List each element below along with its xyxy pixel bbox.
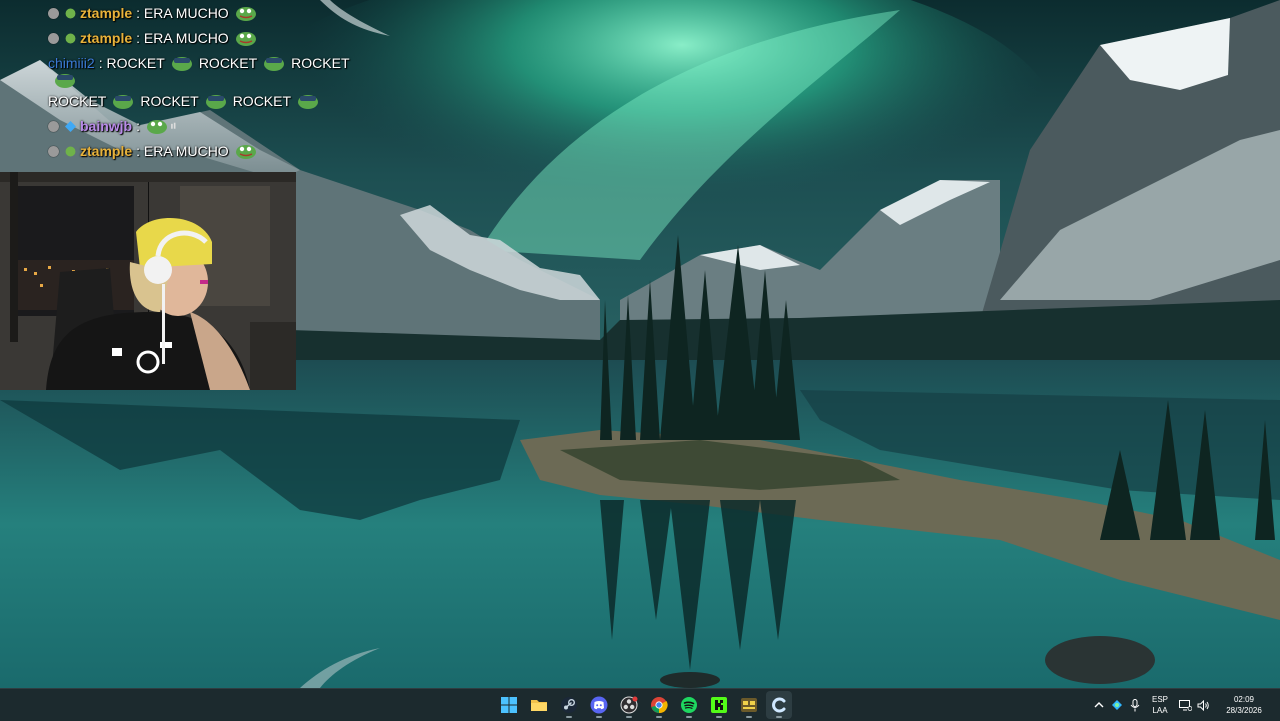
chat-text: ROCKET [198,55,258,71]
chatterino-button[interactable] [766,691,792,719]
chat-message: bainwjb: [48,117,368,135]
chat-text: ROCKET [291,55,350,71]
chat-username: ztample [80,5,133,21]
steam-icon [561,697,577,713]
windows-logo-icon [501,697,517,713]
moderator-badge-icon [48,120,59,132]
sub-badge-icon [65,146,76,156]
tray-app-button[interactable] [1108,691,1126,719]
pepe-emote-icon [205,95,226,109]
pepe-emote-icon [235,145,256,159]
keyboard-layout: LAA [1152,706,1168,715]
steam-button[interactable] [556,691,582,719]
chat-username: bainwjb [80,118,133,134]
pepe-emote-icon [264,57,285,71]
streamer-tool-icon [741,698,757,712]
folder-icon [531,700,547,711]
pepe-emote-icon [171,57,192,71]
moderator-badge-icon [48,32,59,44]
chat-text: ERA MUCHO [143,5,229,21]
chevron-up-icon [1094,702,1104,708]
network-button[interactable] [1176,691,1194,719]
pepe-emote-icon [235,32,256,46]
kick-button[interactable] [706,691,732,719]
webcam-feed [0,172,296,390]
sub-badge-icon [65,8,76,18]
pepe-emote-icon [113,95,134,109]
chat-separator: : [136,5,141,21]
windows-taskbar: ESP LAA 02:09 28/3/2026 [0,688,1280,721]
speaker-icon [1197,699,1209,711]
chat-separator: : [136,30,141,46]
chat-separator: : [136,143,141,159]
clock-time: 02:09 [1233,695,1255,704]
obs-icon [620,696,638,714]
discord-button[interactable] [586,691,612,719]
volume-button[interactable] [1194,691,1212,719]
chat-message-continuation: ROCKET ROCKET ROCKET [48,92,368,110]
chat-message: ztample: ERA MUCHO [48,142,368,160]
clock-date: 28/3/2026 [1226,706,1262,715]
pepe-emote-icon [235,7,256,21]
spotify-icon [681,697,697,713]
chat-username: chimiii2 [48,55,95,71]
tray-app-icon [1112,700,1122,710]
moderator-badge-icon [48,7,59,19]
chat-message: ztample: ERA MUCHO [48,4,368,22]
chat-username: ztample [80,143,133,159]
network-icon [1178,699,1192,711]
chat-text: ROCKET [48,93,107,109]
moderator-badge-icon [48,145,59,157]
chrome-icon [651,697,668,714]
taskbar-apps [496,689,792,721]
chat-text: ERA MUCHO [143,30,229,46]
chat-message: chimiii2: ROCKET ROCKET ROCKET [48,54,368,88]
file-explorer-button[interactable] [526,691,552,719]
chrome-button[interactable] [646,691,672,719]
chat-message: ztample: ERA MUCHO [48,29,368,47]
sub-badge-icon [65,33,76,43]
microphone-icon [1130,698,1140,711]
obs-button[interactable] [616,691,642,719]
microphone-button[interactable] [1126,691,1144,719]
pepe-emote-icon [298,95,319,109]
language-code: ESP [1151,695,1168,704]
chat-text: ROCKET [140,93,199,109]
kick-icon [711,697,727,713]
chat-separator: : [98,55,103,71]
input-language-button[interactable]: ESP LAA [1146,694,1174,716]
show-hidden-icons-button[interactable] [1090,691,1108,719]
pepe-emote-icon [55,74,75,88]
spotify-button[interactable] [676,691,702,719]
streamer-tool-button[interactable] [736,691,762,719]
verified-badge-icon [65,120,76,132]
chatterino-icon [772,697,786,713]
chat-text: ROCKET [106,55,165,71]
system-tray: ESP LAA 02:09 28/3/2026 [1090,689,1280,721]
chat-username: ztample [80,30,133,46]
clock-button[interactable]: 02:09 28/3/2026 [1212,694,1276,716]
start-button[interactable] [496,691,522,719]
chat-text: ERA MUCHO [143,143,229,159]
chat-text: ROCKET [232,93,292,109]
stream-chat-overlay: ztample: ERA MUCHO ztample: ERA MUCHO ch… [48,4,368,167]
pepe-emote-icon [147,120,168,134]
hands-emote-icon [171,122,176,129]
chat-separator: : [136,118,141,134]
discord-icon [590,696,608,714]
